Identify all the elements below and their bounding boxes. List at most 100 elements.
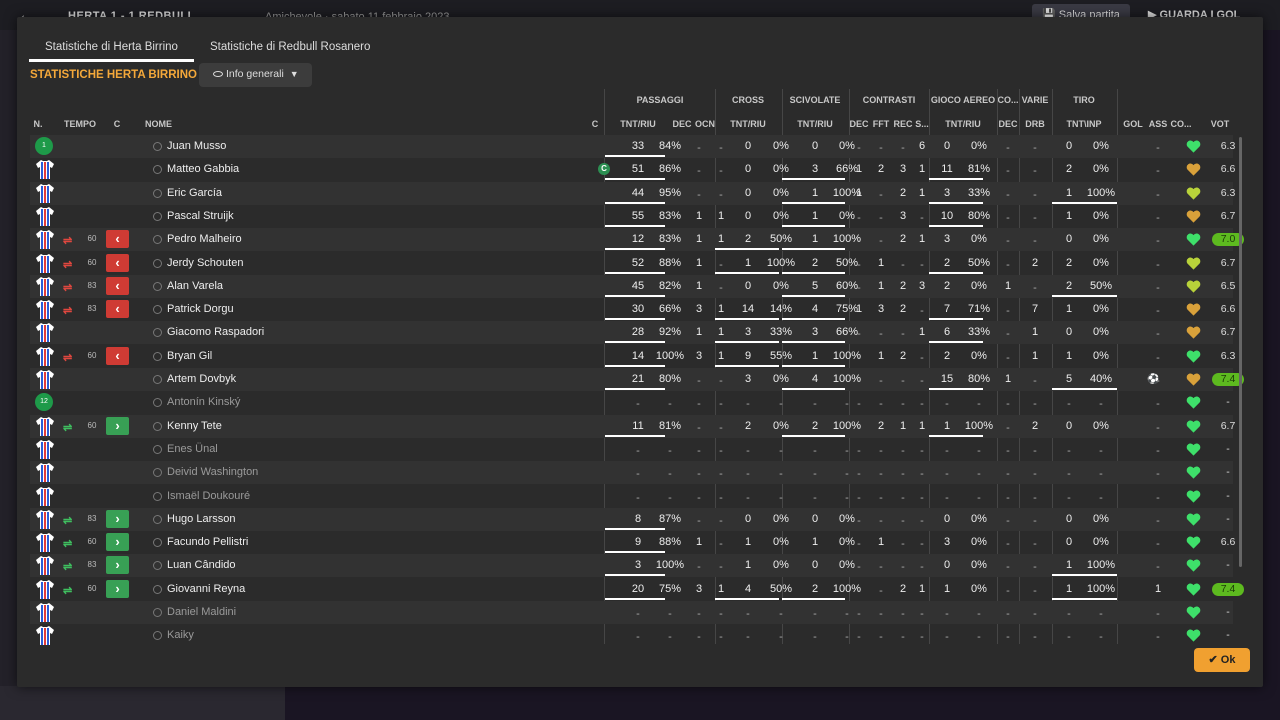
column-header-9[interactable]: TNT/RIU <box>797 119 833 129</box>
player-profile-icon[interactable] <box>153 211 162 221</box>
player-profile-icon[interactable] <box>153 608 162 617</box>
column-header-20[interactable]: CO... <box>1170 119 1191 129</box>
player-name[interactable]: Alan Varela <box>167 280 223 292</box>
table-row[interactable]: Enes Ünal - - - - - - - - - - - - - - - - - - - - <box>30 438 1233 461</box>
table-row[interactable]: 12 Antonín Kinský - - - - - - - - - - - - - - - - - - - - <box>30 391 1233 414</box>
player-name[interactable]: Kenny Tete <box>167 420 222 432</box>
player-profile-icon[interactable] <box>153 584 162 594</box>
table-row[interactable]: Ismaël Doukouré - - - - - - - - - - - - - - - - - - - - <box>30 485 1233 508</box>
player-name[interactable]: Bryan Gil <box>167 350 212 362</box>
column-header-19[interactable]: ASS <box>1149 119 1168 129</box>
column-header-18[interactable]: GOL <box>1123 119 1143 129</box>
ok-button[interactable]: ✔ Ok <box>1194 648 1250 672</box>
player-profile-icon[interactable] <box>153 514 162 524</box>
player-profile-icon[interactable] <box>153 165 162 175</box>
view-dropdown[interactable]: Info generali ▼ <box>199 63 312 87</box>
player-name[interactable]: Pedro Malheiro <box>167 233 242 245</box>
player-name[interactable]: Patrick Dorgu <box>167 303 234 315</box>
column-header-16[interactable]: DRB <box>1025 119 1045 129</box>
tab-redbull-stats[interactable]: Statistiche di Redbull Rosanero <box>194 35 386 62</box>
column-header-14[interactable]: TNT/RIU <box>945 119 981 129</box>
table-row[interactable]: Giacomo Raspadori 28 92% 1 1 3 33% 3 66% - - -1 6 33%… <box>30 321 1235 345</box>
column-header-17[interactable]: TNT\INP <box>1067 119 1102 129</box>
player-name[interactable]: Hugo Larsson <box>167 513 236 525</box>
stat-air-1: - <box>977 398 981 411</box>
player-name[interactable]: Jerdy Schouten <box>167 257 243 269</box>
table-row[interactable]: ⇌ 83 ‹ Alan Varela 45 82% 1-0 0% 5 60% -1 2 3 2 0% 1-2 5… <box>30 274 1235 298</box>
player-name[interactable]: Enes Ünal <box>167 443 218 455</box>
player-name[interactable]: Juan Musso <box>167 140 226 152</box>
player-name[interactable]: Luan Cândido <box>167 559 236 571</box>
player-name[interactable]: Artem Dovbyk <box>167 373 236 385</box>
tab-herta-stats[interactable]: Statistiche di Herta Birrino <box>29 35 194 62</box>
table-row[interactable]: Deivid Washington - - - - - - - - - - - - - - - - - - - - <box>30 461 1233 485</box>
player-profile-icon[interactable] <box>153 491 162 501</box>
table-row[interactable]: ⇌ 60 ‹ Bryan Gil 14 100% 3 1 9 55% 1 100% -1 2-2 0% -1 1… <box>30 345 1235 368</box>
column-header-7[interactable]: OCN <box>695 119 715 129</box>
stat-drb: 2 <box>1031 419 1039 432</box>
column-header-8[interactable]: TNT/RIU <box>730 119 766 129</box>
table-row[interactable]: Kaiky - - - - - - - - - - - - - - - - - - - - <box>30 624 1233 647</box>
column-header-0[interactable]: N. <box>34 119 43 129</box>
stat-s: - <box>920 561 924 574</box>
player-profile-icon[interactable] <box>153 258 162 268</box>
table-row[interactable]: ⇌ 60 ‹ Pedro Malheiro 12 83% 1 1 2 50% 1 100% - -2 1 3 0… <box>30 228 1244 252</box>
column-header-12[interactable]: REC <box>893 119 912 129</box>
column-header-15[interactable]: DEC <box>998 119 1017 129</box>
table-row[interactable]: Artem Dovbyk 21 80% - -3 0% 4 100% - - - -15 80% 1-5 4… <box>30 368 1244 391</box>
table-row[interactable]: Matteo Gabbia C 51 86% - -0 0% 3 66% 1 2 3 1 11 81% - -2… <box>30 158 1235 181</box>
column-header-11[interactable]: FFT <box>873 119 890 129</box>
table-row[interactable]: ⇌ 83 › Hugo Larsson 8 87% - -0 0% 0 0% - - - -0 0% - -0 0%… <box>30 507 1233 531</box>
player-profile-icon[interactable] <box>153 351 162 361</box>
player-profile-icon[interactable] <box>153 375 162 384</box>
table-row[interactable]: ⇌ 60 › Giovanni Reyna 20 75% 3 1 4 50% 2 100% - -2 1 1 0… <box>30 578 1244 601</box>
player-profile-icon[interactable] <box>153 421 162 431</box>
player-profile-icon[interactable] <box>153 142 162 151</box>
player-profile-icon[interactable] <box>153 561 162 571</box>
table-row[interactable]: 1 Juan Musso 33 84% - -0 0% 0 0% - - -6 0 0% - -0 0% -6.3 <box>30 135 1235 158</box>
player-profile-icon[interactable] <box>153 468 162 478</box>
player-name[interactable]: Kaiky <box>167 629 194 641</box>
player-name[interactable]: Facundo Pellistri <box>167 536 248 548</box>
player-name[interactable]: Daniel Maldini <box>167 606 236 618</box>
player-profile-icon[interactable] <box>153 444 162 454</box>
column-header-13[interactable]: S... <box>915 119 929 129</box>
player-name[interactable]: Deivid Washington <box>167 466 258 478</box>
scrollbar[interactable] <box>1239 137 1242 567</box>
player-profile-icon[interactable] <box>153 281 162 291</box>
column-header-6[interactable]: DEC <box>672 119 691 129</box>
table-row[interactable]: ⇌ 60 ‹ Jerdy Schouten 52 88% 1-1 100% 2 50% -1- -2 5… <box>30 252 1235 275</box>
stat-fft: - <box>879 375 883 387</box>
player-profile-icon[interactable] <box>153 188 162 198</box>
column-header-5[interactable]: TNT/RIU <box>620 119 656 129</box>
table-row[interactable]: ⇌ 83 ‹ Patrick Dorgu 30 66% 3 1 14 14% 4 75% 1 3 2-7 71… <box>30 298 1235 321</box>
table-row[interactable]: Eric García 44 95% - -0 0% 1 100% 1-2 1 3 33% - -1 100… <box>30 181 1235 205</box>
column-header-21[interactable]: VOT <box>1211 119 1230 129</box>
stat-codec: - <box>1006 514 1010 527</box>
stat-dec: 1 <box>695 209 703 222</box>
stat-shot-0: - <box>1067 631 1071 644</box>
column-header-2[interactable]: C <box>114 119 121 129</box>
table-row[interactable]: ⇌ 60 › Kenny Tete 11 81% - -2 0% 2 100% -2 1 1 1 100% -2… <box>30 414 1235 438</box>
table-row[interactable]: Daniel Maldini - - - - - - - - - - - - - - - - - - - - <box>30 601 1233 624</box>
player-name[interactable]: Giacomo Raspadori <box>167 326 264 338</box>
player-name[interactable]: Eric García <box>167 187 222 199</box>
player-name[interactable]: Giovanni Reyna <box>167 583 245 595</box>
player-name[interactable]: Matteo Gabbia <box>167 163 239 175</box>
player-name[interactable]: Antonín Kinský <box>167 396 240 408</box>
player-name[interactable]: Pascal Struijk <box>167 210 234 222</box>
column-header-1[interactable]: TEMPO <box>64 119 96 129</box>
column-header-10[interactable]: DEC <box>849 119 868 129</box>
player-profile-icon[interactable] <box>153 235 162 245</box>
player-profile-icon[interactable] <box>153 305 162 315</box>
table-row[interactable]: ⇌ 60 › Facundo Pellistri 9 88% 1-1 0% 1 0% -1- -3 0%… <box>30 531 1235 554</box>
player-profile-icon[interactable] <box>153 398 162 408</box>
column-header-3[interactable]: NOME <box>145 119 172 129</box>
table-row[interactable]: Pascal Struijk 55 83% 1 1 0 0% 1 0% - -3-10 80% - -1 0… <box>30 205 1235 228</box>
column-header-4[interactable]: C <box>592 119 599 129</box>
player-name[interactable]: Ismaël Doukouré <box>167 490 250 502</box>
player-profile-icon[interactable] <box>153 538 162 548</box>
table-row[interactable]: ⇌ 83 › Luan Cândido 3 100% - -1 0% 0 0% - - - -0 0% - -1 1… <box>30 554 1233 578</box>
player-profile-icon[interactable] <box>153 631 162 641</box>
player-profile-icon[interactable] <box>153 328 162 338</box>
